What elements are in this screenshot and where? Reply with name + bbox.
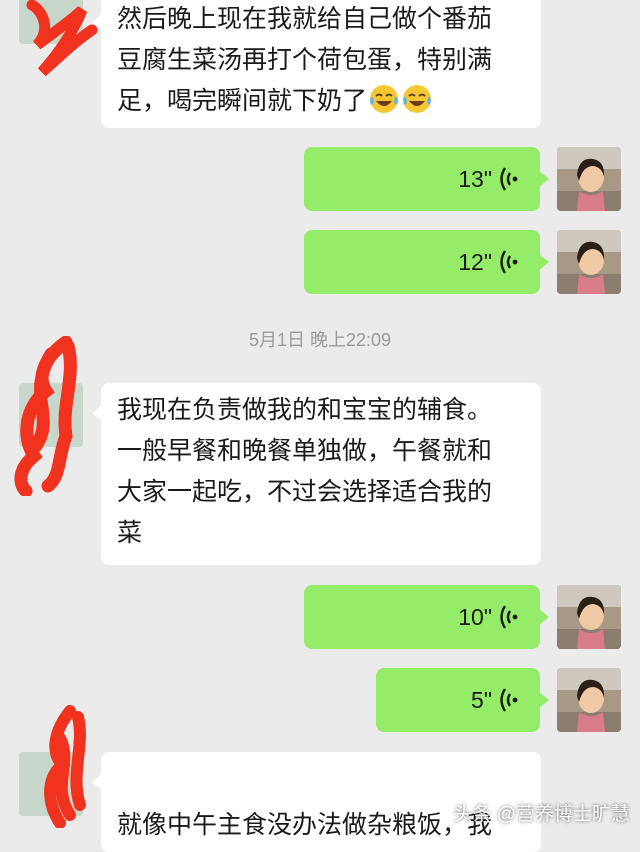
user-avatar-photo [557,147,621,211]
message-bubble-received[interactable]: 然后晚上现在我就给自己做个番茄 豆腐生菜汤再打个荷包蛋，特别满 足，喝完瞬间就下… [92,0,541,128]
message-text: 足，喝完瞬间就下奶了 [117,86,368,115]
user-avatar[interactable] [557,230,621,294]
voice-wave-icon [500,688,518,712]
message-text-line: 菜 [117,518,143,547]
message-text-line: 一般早餐和晚餐单独做，午餐就和 [117,436,493,465]
user-avatar[interactable] [557,585,621,649]
message-text-line: 足，喝完瞬间就下奶了 [117,80,525,121]
voice-duration: 5" [471,686,492,713]
user-avatar-photo [557,585,621,649]
message-text-line: 豆腐生菜汤再打个荷包蛋，特别满 [117,45,493,74]
message-text-line: 然后晚上现在我就给自己做个番茄 [117,4,493,33]
user-avatar[interactable] [557,668,621,732]
voice-message-bubble[interactable]: 5" [376,668,549,732]
sender-avatar[interactable] [19,383,83,447]
voice-duration: 12" [458,248,492,275]
voice-message-bubble[interactable]: 10" [304,585,549,649]
watermark: 头条 @营养博士旷慧 [453,804,630,825]
voice-wave-icon [500,250,518,274]
laugh-cry-emoji [403,85,432,113]
message-text-line: 大家一起吃，不过会选择适合我的 [117,477,493,506]
voice-message-bubble[interactable]: 12" [304,230,549,294]
voice-duration: 10" [458,603,492,630]
sender-avatar[interactable] [19,0,83,44]
user-avatar-photo [557,230,621,294]
message-text-line: 我现在负责做我的和宝宝的辅食。 [117,395,493,424]
user-avatar[interactable] [557,147,621,211]
chat-timestamp: 5月1日 晚上22:09 [248,330,392,350]
voice-duration: 13" [458,165,492,192]
voice-message-bubble[interactable]: 13" [304,147,549,211]
voice-wave-icon [500,605,518,629]
laugh-cry-emoji [370,85,399,113]
user-avatar-photo [557,668,621,732]
voice-wave-icon [500,167,518,191]
message-bubble-received[interactable]: 我现在负责做我的和宝宝的辅食。 一般早餐和晚餐单独做，午餐就和 大家一起吃，不过… [92,383,541,565]
sender-avatar[interactable] [19,752,83,816]
